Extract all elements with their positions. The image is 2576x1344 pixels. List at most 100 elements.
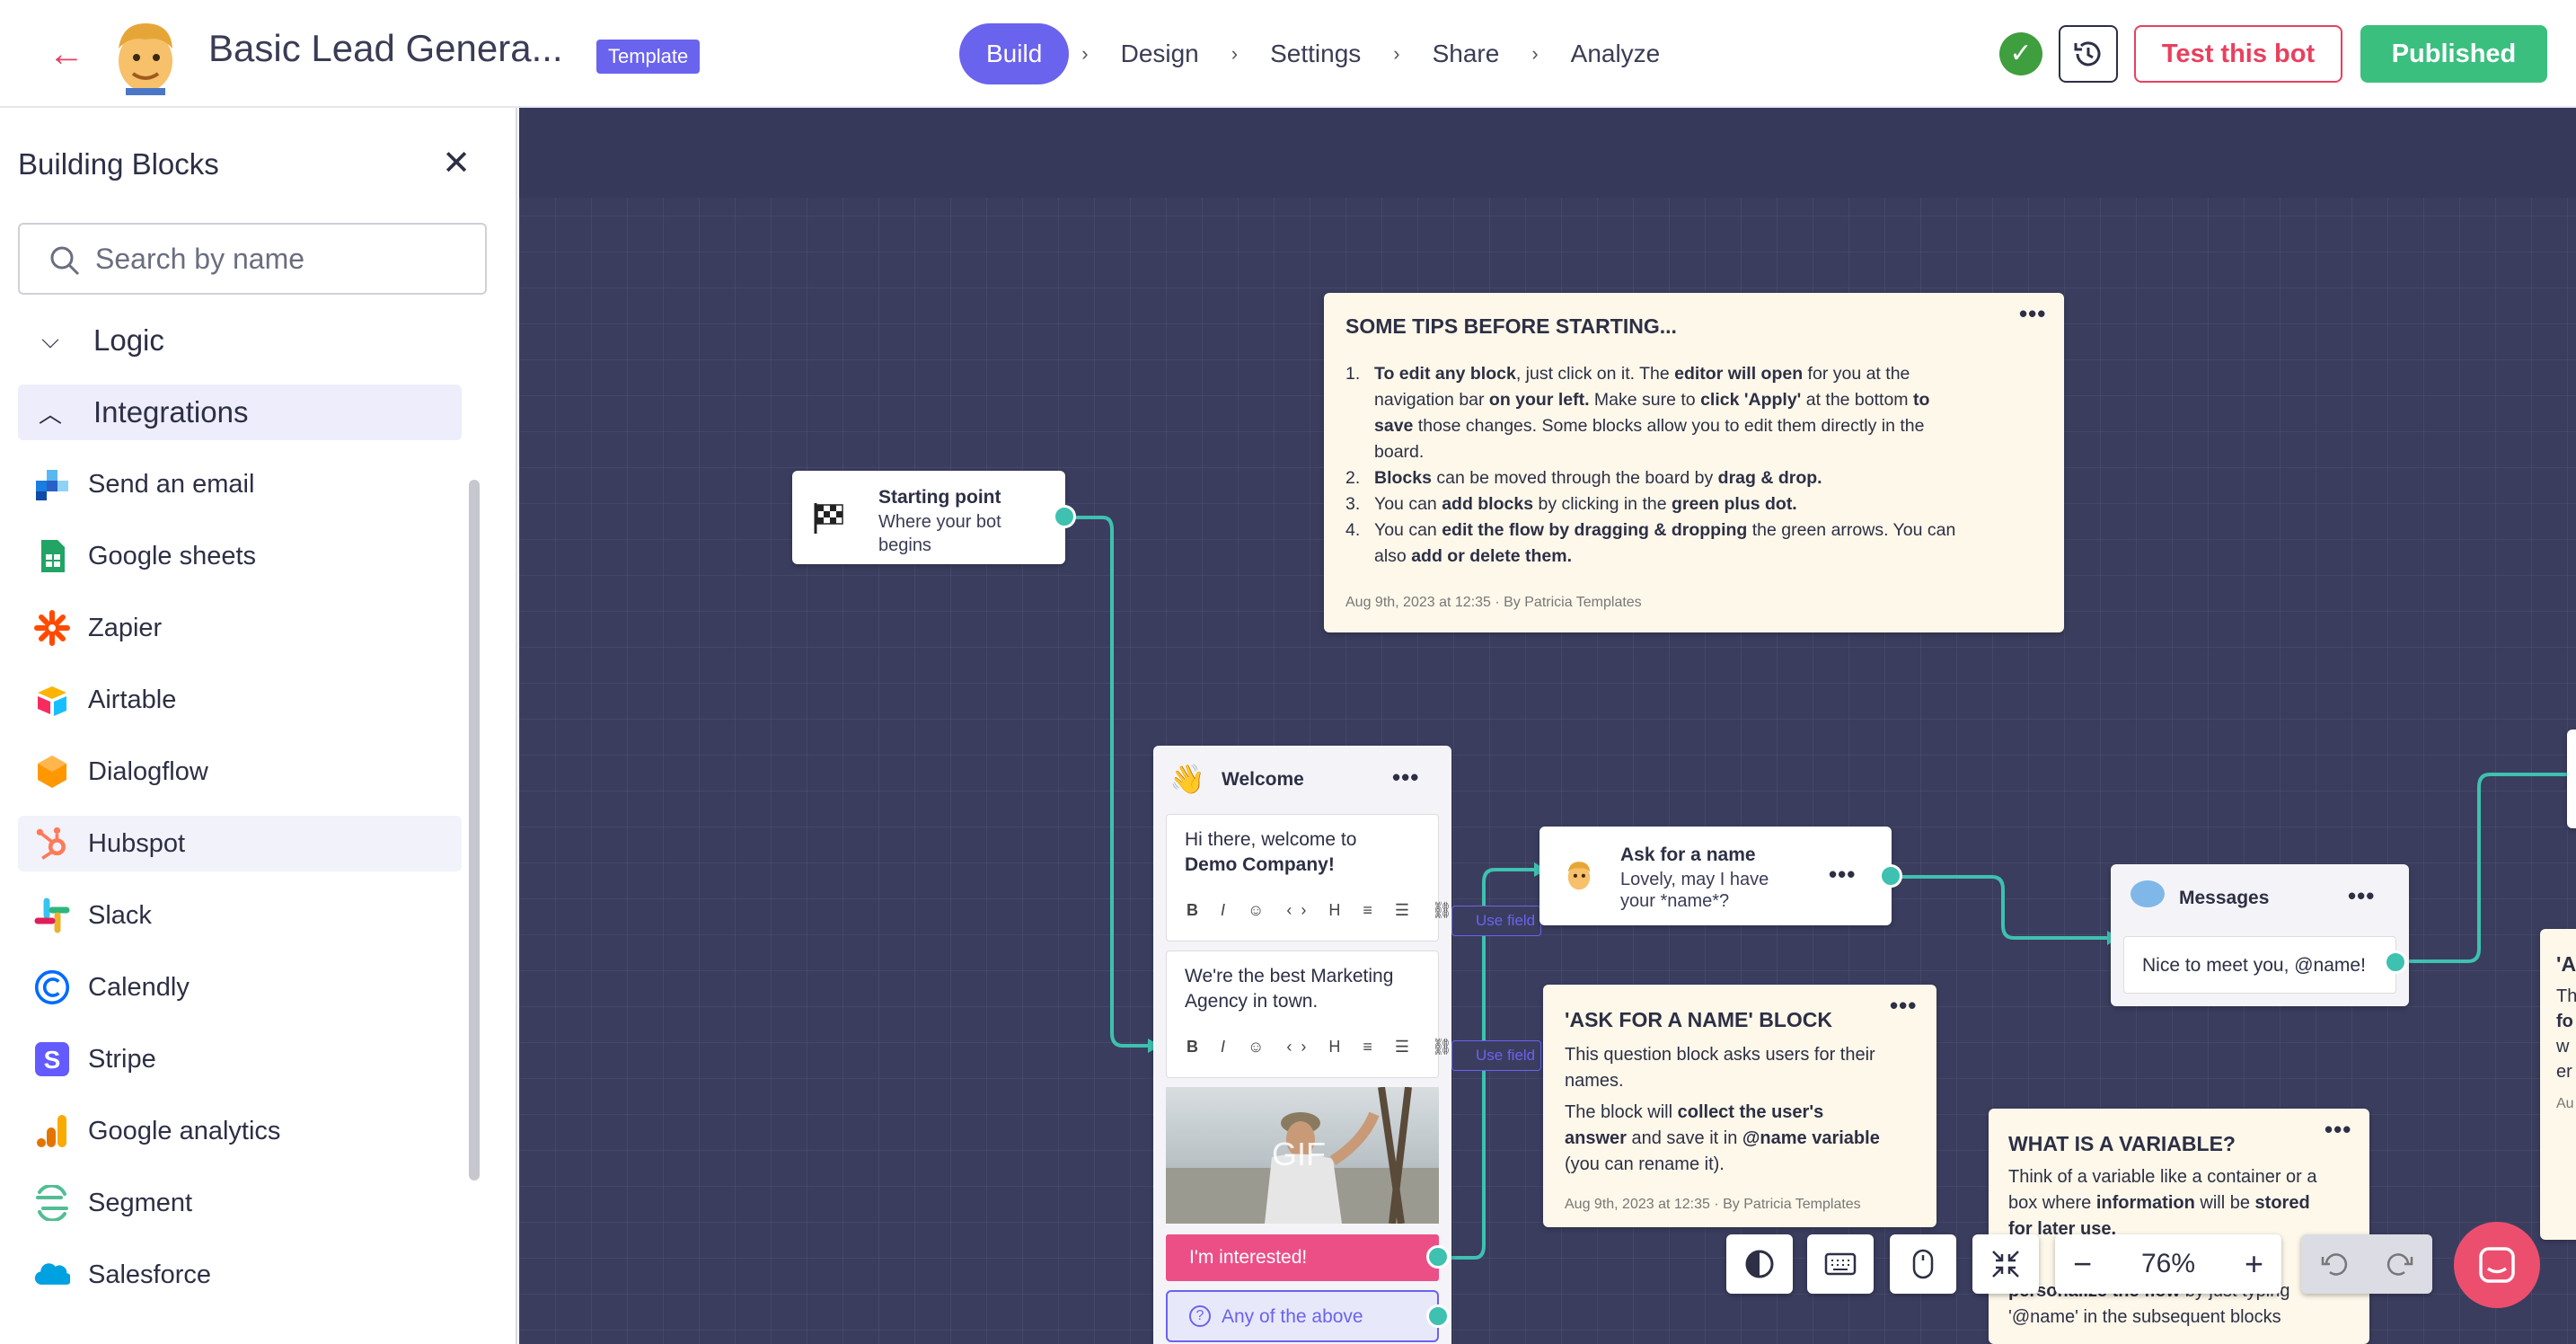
bot-avatar[interactable] xyxy=(106,16,185,95)
format-toolbar[interactable]: B I ☺ ‹› H ≡ ☰ ⛓ ❞ xyxy=(1187,1038,1493,1057)
output-port[interactable] xyxy=(1053,505,1076,528)
history-button[interactable] xyxy=(2059,25,2118,83)
chevron-down-icon: ⌵ xyxy=(41,326,59,353)
ask-name-note[interactable]: ••• 'ASK FOR A NAME' BLOCK This question… xyxy=(1543,985,1936,1227)
zoom-out-icon[interactable]: − xyxy=(2073,1245,2092,1283)
block-list: ⌵ Logic ︿ Integrations Send an email Goo… xyxy=(18,313,462,1319)
note-text: w xyxy=(2556,1037,2570,1057)
sidebar-item-hubspot[interactable]: Hubspot xyxy=(18,816,462,871)
message-text: Hi there, welcome to xyxy=(1185,829,1357,850)
zoom-in-icon[interactable]: + xyxy=(2245,1245,2263,1283)
panel-scrollbar[interactable] xyxy=(469,480,480,1180)
gif-preview[interactable]: GIF xyxy=(1166,1087,1439,1224)
contrast-toggle[interactable] xyxy=(1726,1234,1793,1294)
any-of-above-button[interactable]: ? Any of the above xyxy=(1166,1290,1439,1342)
undo-redo-group xyxy=(2301,1234,2432,1294)
dialogflow-icon xyxy=(34,754,70,790)
variable-note[interactable]: ••• WHAT IS A VARIABLE? Think of a varia… xyxy=(1989,1109,2369,1344)
collapse-arrows-icon xyxy=(1992,1251,2019,1278)
more-options-icon[interactable]: ••• xyxy=(1392,764,1419,791)
item-label: Google analytics xyxy=(88,1116,281,1145)
more-options-icon[interactable]: ••• xyxy=(2325,1116,2351,1144)
wave-hand-icon: 👋 xyxy=(1169,763,1205,795)
output-port[interactable] xyxy=(1426,1304,1450,1328)
next-node-partial[interactable] xyxy=(2567,729,2576,828)
output-port[interactable] xyxy=(1879,864,1902,888)
ask-name-node[interactable]: Ask for a name Lovely, may I have your *… xyxy=(1539,827,1902,925)
more-options-icon[interactable]: ••• xyxy=(1890,992,1917,1020)
item-label: Slack xyxy=(88,900,152,930)
tab-share[interactable]: Share xyxy=(1413,23,1520,84)
tab-settings[interactable]: Settings xyxy=(1250,23,1381,84)
sidebar-item-slack[interactable]: Slack xyxy=(18,888,462,943)
message-text: We're the best Marketing xyxy=(1185,966,1394,986)
tab-build[interactable]: Build xyxy=(959,23,1070,84)
group-logic[interactable]: ⌵ Logic xyxy=(18,313,462,368)
top-bar: ← Basic Lead Genera... Template Build › … xyxy=(0,0,2576,108)
sidebar-item-google-sheets[interactable]: Google sheets xyxy=(18,528,462,584)
item-label: Salesforce xyxy=(88,1260,212,1289)
back-arrow-icon[interactable]: ← xyxy=(47,34,86,74)
stripe-icon: S xyxy=(34,1041,70,1077)
keyboard-shortcuts-button[interactable] xyxy=(1807,1234,1874,1294)
sidebar-item-stripe[interactable]: S Stripe xyxy=(18,1031,462,1087)
sidebar-item-dialogflow[interactable]: Dialogflow xyxy=(18,744,462,800)
node-title: Ask for a name xyxy=(1620,844,1756,865)
salesforce-icon xyxy=(34,1257,70,1293)
more-options-icon[interactable]: ••• xyxy=(2019,300,2046,328)
svg-text:S: S xyxy=(44,1046,61,1074)
chevron-up-icon: ︿ xyxy=(38,400,62,428)
note-text: Au xyxy=(2556,1096,2574,1111)
more-options-icon[interactable]: ••• xyxy=(2348,882,2375,910)
help-circle-icon: ? xyxy=(1189,1305,1211,1327)
sidebar-item-salesforce[interactable]: Salesforce xyxy=(18,1247,462,1303)
search-icon xyxy=(50,246,80,276)
sidebar-item-calendly[interactable]: Calendly xyxy=(18,959,462,1015)
use-field-link[interactable]: Use field xyxy=(1451,1040,1541,1071)
note-partial[interactable]: 'A Th fo w er Au xyxy=(2540,929,2576,1240)
step-nav: Build › Design › Settings › Share › Anal… xyxy=(959,23,1680,84)
sidebar-item-segment[interactable]: Segment xyxy=(18,1175,462,1231)
message-card[interactable]: We're the best Marketing Agency in town.… xyxy=(1166,951,1484,1078)
redo-icon[interactable] xyxy=(2385,1249,2415,1279)
sidebar-item-send-email[interactable]: Send an email xyxy=(18,456,462,512)
airtable-icon xyxy=(34,682,70,718)
mouse-mode-button[interactable] xyxy=(1890,1234,1956,1294)
welcome-node[interactable]: 👋 Welcome ••• Hi there, welcome to Demo … xyxy=(1153,746,1541,1344)
sidebar-item-google-analytics[interactable]: Google analytics xyxy=(18,1103,462,1159)
message-card[interactable]: Hi there, welcome to Demo Company! B I ☺… xyxy=(1166,814,1484,942)
contrast-icon xyxy=(1745,1250,1774,1278)
interested-button[interactable]: I'm interested! xyxy=(1166,1234,1439,1281)
output-port[interactable] xyxy=(2384,951,2407,974)
chat-launcher-button[interactable] xyxy=(2454,1222,2540,1308)
tips-note[interactable]: ••• SOME TIPS BEFORE STARTING... 1. To e… xyxy=(1324,293,2064,632)
undo-icon[interactable] xyxy=(2319,1249,2350,1279)
test-bot-button[interactable]: Test this bot xyxy=(2134,25,2342,83)
starting-point-node[interactable]: Starting point Where your bot begins xyxy=(792,471,1076,564)
chevron-right-icon: › xyxy=(1081,42,1089,65)
message-text: Nice to meet you, @name! xyxy=(2142,955,2366,976)
more-options-icon[interactable]: ••• xyxy=(1829,861,1856,889)
message-text: Agency in town. xyxy=(1185,991,1319,1012)
use-field-link[interactable]: Use field xyxy=(1451,906,1541,936)
hubspot-icon xyxy=(34,826,70,862)
flow-canvas[interactable]: ••• SOME TIPS BEFORE STARTING... 1. To e… xyxy=(519,108,2576,1344)
format-toolbar[interactable]: B I ☺ ‹› H ≡ ☰ ⛓ ❞ xyxy=(1187,901,1493,920)
note-text: er xyxy=(2556,1062,2572,1082)
sidebar-item-airtable[interactable]: Airtable xyxy=(18,672,462,728)
fit-view-button[interactable] xyxy=(1972,1234,2039,1294)
published-button[interactable]: Published xyxy=(2360,25,2547,83)
group-integrations[interactable]: ︿ Integrations xyxy=(18,385,462,440)
node-subtitle: Lovely, may I have xyxy=(1620,870,1769,889)
search-input[interactable] xyxy=(95,235,472,282)
messages-node[interactable]: Messages ••• Nice to meet you, @name! xyxy=(2111,864,2409,1006)
output-port[interactable] xyxy=(1426,1245,1450,1269)
sidebar-item-zapier[interactable]: Zapier xyxy=(18,600,462,656)
chevron-right-icon: › xyxy=(1393,42,1400,65)
tab-analyze[interactable]: Analyze xyxy=(1551,23,1681,84)
bot-title[interactable]: Basic Lead Genera... xyxy=(208,27,563,70)
item-label: Google sheets xyxy=(88,541,257,570)
close-icon[interactable]: ✕ xyxy=(437,144,476,183)
tab-design[interactable]: Design xyxy=(1101,23,1219,84)
message-card[interactable]: Nice to meet you, @name! xyxy=(2123,936,2396,994)
